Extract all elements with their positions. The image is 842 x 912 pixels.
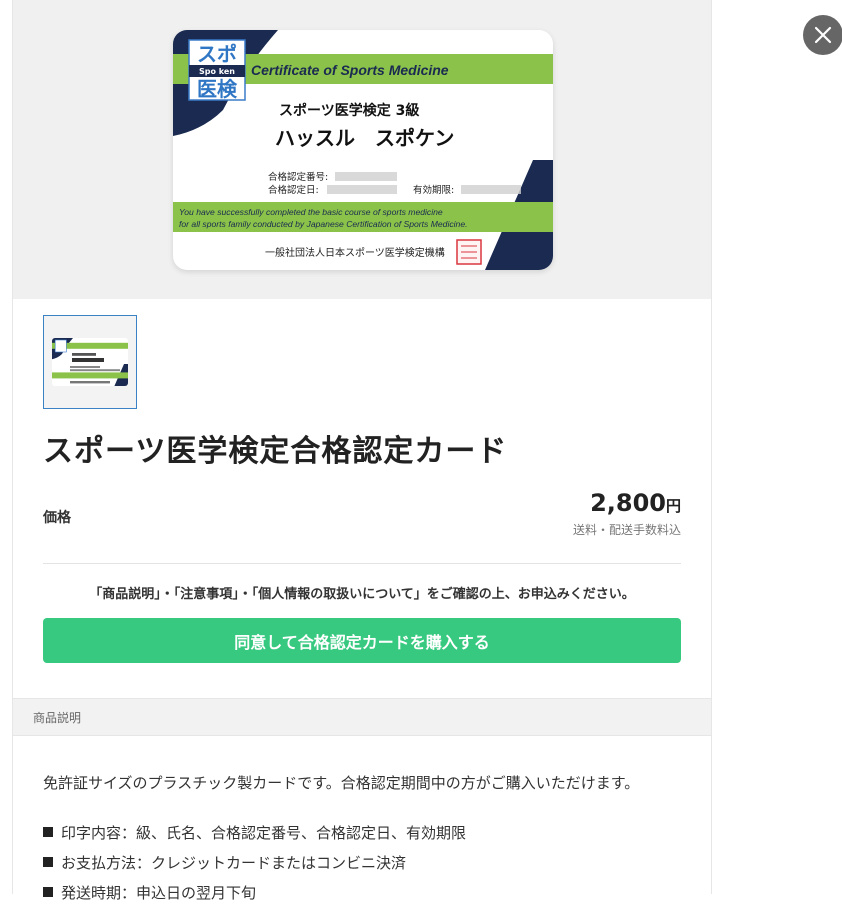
square-bullet-icon <box>43 857 53 867</box>
product-image-area: スポ Spo ken 医検 Certificate of Sports Medi… <box>13 0 711 299</box>
product-thumbnail[interactable] <box>43 315 137 409</box>
card-expiry-label: 有効期限: <box>413 184 454 196</box>
card-cert-no-label: 合格認定番号: <box>268 171 328 183</box>
card-logo-top: スポ <box>197 42 237 66</box>
card-redacted-no <box>335 172 397 181</box>
square-bullet-icon <box>43 887 53 897</box>
card-issuer: 一般社団法人日本スポーツ医学検定機構 <box>265 246 445 259</box>
page-margin <box>0 0 12 894</box>
buy-button[interactable]: 同意して合格認定カードを購入する <box>43 618 681 663</box>
list-item: 印字内容：級、氏名、合格認定番号、合格認定日、有効期限 <box>43 822 466 852</box>
card-cert-date-label: 合格認定日: <box>268 184 319 196</box>
divider <box>43 563 681 564</box>
certificate-card-image: スポ Spo ken 医検 Certificate of Sports Medi… <box>173 30 553 270</box>
card-logo-mid: Spo ken <box>199 67 235 76</box>
description-list: 印字内容：級、氏名、合格認定番号、合格認定日、有効期限 お支払方法：クレジットカ… <box>43 822 466 912</box>
price-label: 価格 <box>43 510 71 526</box>
close-button[interactable] <box>803 15 842 55</box>
thumbnail-card-image <box>52 338 128 386</box>
card-banner-text: Certificate of Sports Medicine <box>251 62 449 78</box>
agreement-notice: 「商品説明」・「注意事項」・「個人情報の取扱いについて」をご確認の上、お申込みく… <box>89 587 635 602</box>
card-holder-name: ハッスル スポケン <box>275 126 454 150</box>
square-bullet-icon <box>43 827 53 837</box>
card-redacted-date <box>327 185 397 194</box>
card-message-line1: You have successfully completed the basi… <box>179 207 443 217</box>
card-redacted-expiry <box>461 185 521 194</box>
close-icon <box>814 26 832 44</box>
card-logo-bottom: 医検 <box>197 77 238 101</box>
list-item: 発送時期：申込日の翌月下旬 <box>43 882 466 912</box>
description-intro: 免許証サイズのプラスチック製カードです。合格認定期間中の方がご購入いただけます。 <box>43 774 640 792</box>
list-item: お支払方法：クレジットカードまたはコンビニ決済 <box>43 852 466 882</box>
price-block: 2,800円 送料・配送手数料込 <box>573 489 681 538</box>
description-section-header: 商品説明 <box>13 698 711 736</box>
price-note: 送料・配送手数料込 <box>572 523 681 537</box>
price-currency: 円 <box>665 497 681 515</box>
price-value: 2,800 <box>590 489 666 517</box>
product-panel: スポ Spo ken 医検 Certificate of Sports Medi… <box>12 0 712 902</box>
card-message-line2: for all sports family conducted by Japan… <box>179 219 468 229</box>
product-title: スポーツ医学検定合格認定カード <box>43 434 508 469</box>
card-grade: スポーツ医学検定 3級 <box>279 102 419 119</box>
description-section-title: 商品説明 <box>33 711 82 725</box>
